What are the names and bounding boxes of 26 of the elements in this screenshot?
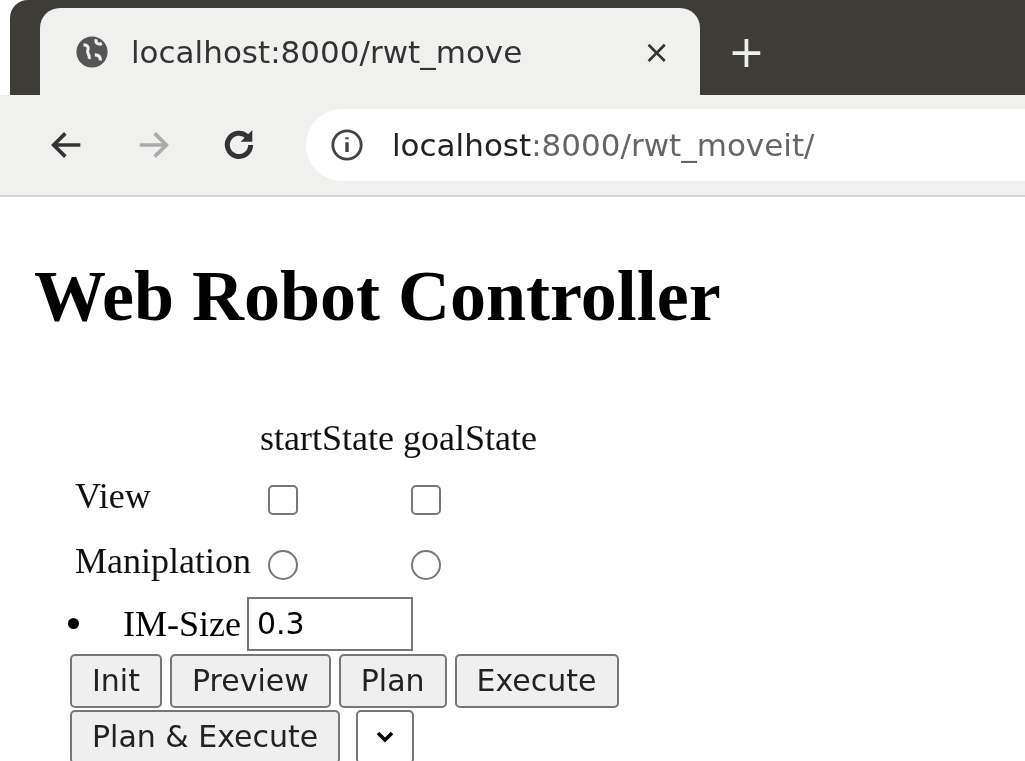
column-header: goalState — [401, 416, 538, 460]
address-bar[interactable]: localhost:8000/rwt_moveit/ — [306, 109, 1025, 181]
address-text: localhost:8000/rwt_moveit/ — [392, 127, 815, 163]
checkbox[interactable] — [268, 484, 298, 515]
im-size-field[interactable]: 0.3 — [246, 596, 413, 651]
row-label: Maniplation — [74, 539, 252, 583]
bullet-icon — [68, 618, 79, 630]
tab-title: localhost:8000/rwt_move — [131, 33, 524, 70]
info-icon — [330, 128, 364, 162]
field-label: IM-Size — [123, 602, 241, 645]
action-button[interactable]: Preview — [169, 653, 331, 708]
action-button[interactable]: Execute — [454, 653, 619, 708]
select-field[interactable] — [356, 709, 415, 761]
globe-icon — [75, 34, 109, 69]
action-button[interactable]: Init — [70, 653, 162, 708]
new-tab-button[interactable]: + — [722, 8, 771, 95]
row-label: View — [74, 474, 152, 518]
radio-button[interactable] — [410, 549, 441, 580]
browser-tab[interactable]: localhost:8000/rwt_move × — [40, 8, 700, 95]
radio-button[interactable] — [268, 549, 298, 580]
close-tab-button[interactable]: × — [637, 32, 676, 71]
column-header: startState — [259, 416, 395, 460]
action-button[interactable]: Plan — [338, 653, 447, 708]
checkbox[interactable] — [410, 484, 441, 515]
action-button[interactable]: Plan & Execute — [70, 709, 341, 761]
page-title: Web Robot Controller — [34, 255, 722, 338]
